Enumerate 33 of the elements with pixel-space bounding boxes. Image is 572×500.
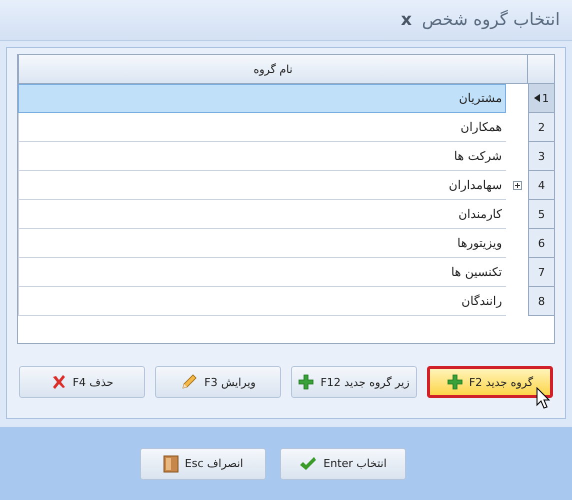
row-indicator[interactable]: 7 (528, 258, 554, 287)
window-title: انتخاب گروه شخص (422, 10, 560, 30)
row-indicator[interactable]: 1 (528, 84, 554, 113)
close-button[interactable]: x (400, 10, 412, 30)
row-indicator[interactable]: 2 (528, 113, 554, 142)
checkmark-icon (299, 456, 318, 472)
group-name-cell[interactable]: رانندگان (18, 287, 506, 316)
plus-icon (298, 374, 314, 390)
column-header: نام گروه (18, 55, 527, 83)
action-button[interactable]: ویرایش F3 (155, 366, 281, 398)
door-icon (162, 454, 179, 472)
mouse-cursor-icon (536, 387, 550, 409)
plus-icon (446, 374, 463, 390)
group-name-cell[interactable]: تکنسین ها (18, 258, 506, 287)
action-button[interactable]: زیر گروه جدید F12 (291, 366, 417, 398)
row-indicator[interactable]: 3 (528, 142, 554, 171)
group-name-cell[interactable]: مشتریان (18, 84, 506, 113)
action-button[interactable]: حذف F4 (19, 366, 145, 398)
expand-icon[interactable] (512, 180, 522, 190)
group-name-cell[interactable]: شرکت ها (18, 142, 506, 171)
group-name-cell[interactable]: همکاران (18, 113, 506, 142)
footer-button[interactable]: انصراف Esc (140, 448, 266, 480)
row-indicator[interactable]: 6 (528, 229, 554, 258)
close-icon (50, 374, 67, 390)
row-pointer-icon (534, 94, 540, 102)
row-indicator[interactable]: 8 (528, 287, 554, 316)
group-name-cell[interactable]: ویزیتورها (18, 229, 506, 258)
footer-button[interactable]: انتخاب Enter (280, 448, 406, 480)
group-name-cell[interactable]: سهامداران (18, 171, 506, 200)
row-indicator[interactable]: 4 (528, 171, 554, 200)
row-indicator[interactable]: 5 (528, 200, 554, 229)
group-name-cell[interactable]: کارمندان (18, 200, 506, 229)
pencil-icon (180, 373, 198, 391)
